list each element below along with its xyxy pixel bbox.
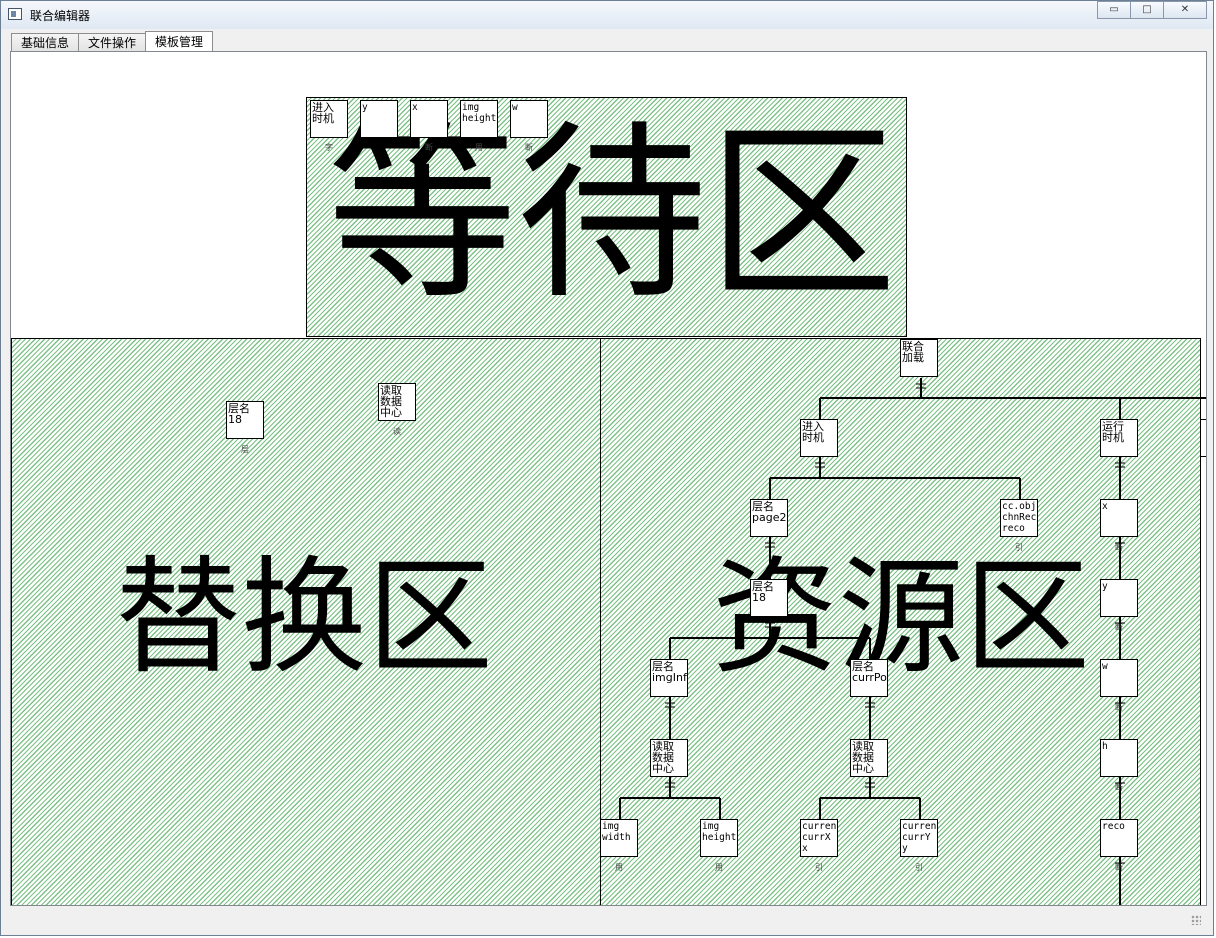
window-title: 联合编辑器 <box>30 9 91 23</box>
replace-node-read-data-center[interactable]: 读取 数据 中心 <box>378 383 416 421</box>
resource-node-layer-imginfo[interactable]: 层名 imgInfo <box>650 659 688 697</box>
tab-template-management[interactable]: 模板管理 <box>145 31 214 52</box>
waiting-node-y[interactable]: y <box>360 100 398 138</box>
resource-node-layer-currpos[interactable]: 层名 currPos <box>850 659 888 697</box>
waiting-node-x[interactable]: x <box>410 100 448 138</box>
resource-node-caption: 断 <box>1115 863 1123 872</box>
resource-node-caption: 引 <box>1015 543 1023 552</box>
resource-node-caption: 用 <box>715 863 723 872</box>
resource-node-joint-load[interactable]: 联合 加载 <box>900 339 938 377</box>
app-window: 联合编辑器 ▭ □ ✕ 基础信息 文件操作 模板管理 等待区 替换区 资源区 进… <box>0 0 1214 936</box>
resource-node-layer-18[interactable]: 层名 18 <box>750 579 788 617</box>
resource-node-curr-x[interactable]: curren currX x <box>800 819 838 857</box>
waiting-node-caption: 用 <box>475 143 483 152</box>
resource-node-offscreen[interactable] <box>1200 419 1206 457</box>
resource-node-caption: 引 <box>815 863 823 872</box>
resize-grip[interactable] <box>1191 915 1201 925</box>
resource-node-curr-y[interactable]: curren currY y <box>900 819 938 857</box>
resource-node-read-data-center-1[interactable]: 读取 数据 中心 <box>650 739 688 777</box>
resource-node-layer-page2[interactable]: 层名 page2 <box>750 499 788 537</box>
replace-node-caption: 读 <box>393 427 401 436</box>
title-bar[interactable]: 联合编辑器 ▭ □ ✕ <box>1 1 1213 29</box>
waiting-node-caption: 断 <box>425 143 433 152</box>
replace-node-caption: 层 <box>241 445 249 454</box>
resource-node-x[interactable]: x <box>1100 499 1138 537</box>
resource-node-ccobj[interactable]: cc.obj chnReco reco <box>1000 499 1038 537</box>
replace-node-layer-18[interactable]: 层名 18 <box>226 401 264 439</box>
connection-lines <box>619 378 1206 905</box>
status-bar <box>10 907 1207 931</box>
close-button[interactable]: ✕ <box>1163 1 1207 19</box>
resource-node-reco[interactable]: reco <box>1100 819 1138 857</box>
minimize-button[interactable]: ▭ <box>1097 1 1131 19</box>
tab-basic-info[interactable]: 基础信息 <box>11 33 80 52</box>
app-icon <box>8 8 22 20</box>
resource-node-img-height[interactable]: img height <box>700 819 738 857</box>
tab-file-operations[interactable]: 文件操作 <box>78 33 147 52</box>
resource-node-run-timing[interactable]: 运行 时机 <box>1100 419 1138 457</box>
waiting-node-enter-timing[interactable]: 进入 时机 <box>310 100 348 138</box>
tab-bar: 基础信息 文件操作 模板管理 <box>11 31 214 52</box>
resource-node-caption: 引 <box>915 863 923 872</box>
resource-node-caption: 断 <box>1115 543 1123 552</box>
resource-node-w[interactable]: w <box>1100 659 1138 697</box>
maximize-button[interactable]: □ <box>1130 1 1164 19</box>
waiting-node-img-height[interactable]: img height <box>460 100 498 138</box>
editor-canvas[interactable]: 等待区 替换区 资源区 进入 时机 字 y x 断 img height 用 w… <box>10 51 1207 906</box>
resource-node-y[interactable]: y <box>1100 579 1138 617</box>
resource-node-img-width[interactable]: img width <box>600 819 638 857</box>
resource-node-h[interactable]: h <box>1100 739 1138 777</box>
resource-node-caption: 断 <box>1115 783 1123 792</box>
resource-node-caption: 断 <box>1115 703 1123 712</box>
resource-node-caption: 用 <box>615 863 623 872</box>
waiting-node-caption: 断 <box>525 143 533 152</box>
resource-node-enter-timing[interactable]: 进入 时机 <box>800 419 838 457</box>
resource-node-read-data-center-2[interactable]: 读取 数据 中心 <box>850 739 888 777</box>
waiting-node-w[interactable]: w <box>510 100 548 138</box>
waiting-node-caption: 字 <box>325 143 333 152</box>
resource-node-caption: 断 <box>1115 623 1123 632</box>
